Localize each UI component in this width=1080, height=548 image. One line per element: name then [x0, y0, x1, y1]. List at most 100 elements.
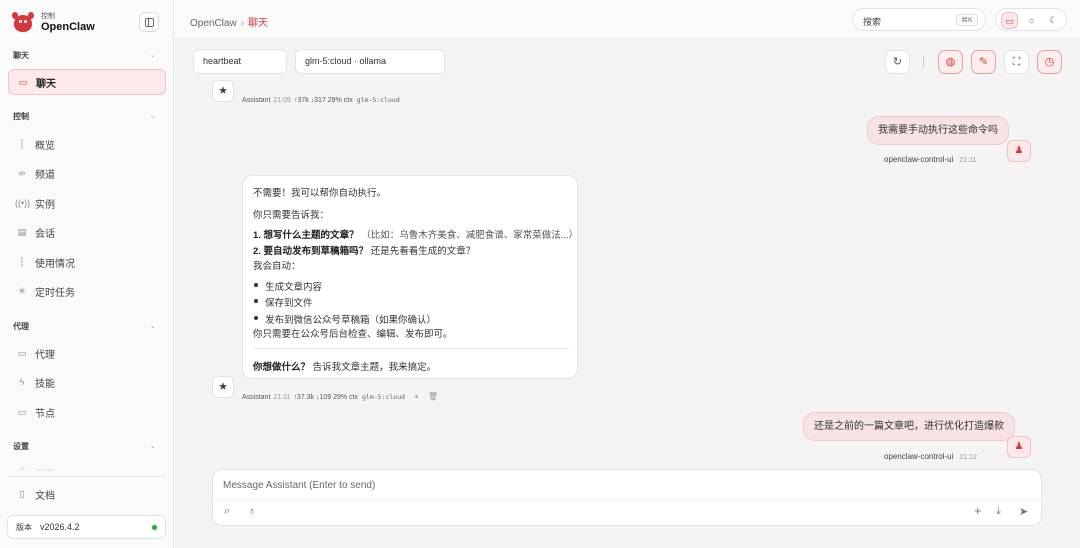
chevron-down-icon[interactable]: ⌄: [150, 442, 156, 450]
sidebar-item-label: 频道: [35, 169, 55, 181]
sidebar-item-label: 概览: [35, 140, 55, 152]
bar-chart-icon: ┆: [19, 138, 25, 149]
message-input[interactable]: Message Assistant (Enter to send): [223, 480, 375, 491]
sidebar-item-channels[interactable]: ∞ 频道: [8, 160, 166, 186]
message-bullet-item: 生成文章内容: [265, 282, 323, 293]
sidebar-item-label: 代理: [35, 349, 55, 361]
sidebar-item-cron[interactable]: ✳ 定时任务: [8, 278, 166, 304]
sidebar-item-label: 会话: [35, 228, 55, 240]
group-title-control[interactable]: 控制: [13, 111, 29, 122]
thinking-toggle-icon[interactable]: ◍: [938, 50, 963, 74]
bullet-icon: [254, 283, 258, 287]
toolbar-separator: [923, 56, 924, 68]
attach-icon[interactable]: ⌕: [224, 505, 230, 518]
sidebar-item-instances[interactable]: ((•)) 实例: [8, 190, 166, 216]
link-icon: ∞: [18, 168, 26, 178]
document-icon: ▤: [17, 226, 27, 237]
loader-icon: ✳: [18, 285, 26, 296]
plus-icon[interactable]: +: [974, 503, 982, 518]
focus-mode-icon[interactable]: ⛶: [1004, 50, 1029, 74]
sidebar-toggle-icon: [145, 18, 154, 27]
top-bar: OpenClaw › 聊天 搜索 ⌘K ▭ ☼ ☾: [174, 0, 1080, 39]
message-divider: [253, 348, 569, 349]
sidebar-item-label: 使用情况: [35, 258, 75, 270]
search-box[interactable]: 搜索 ⌘K: [852, 8, 986, 31]
sidebar: 控制 OpenClaw 聊天 ⌄ ▭ 聊天 控制 ⌄ ┆ 概览 ∞ 频道 ((•…: [0, 0, 174, 548]
message-text: 你只需要在公众号后台检查、编辑、发布即可。: [253, 329, 453, 340]
openclaw-logo-icon: [12, 12, 34, 34]
collapse-sidebar-button[interactable]: [139, 12, 159, 32]
message-text: 不需要！我可以帮你自动执行。: [253, 188, 387, 199]
assistant-avatar-star-icon: ★: [212, 80, 234, 102]
sidebar-divider: [8, 476, 166, 477]
message-meta: Assistant 21:09 ↑37k ↓317 29% ctx glm-5:clo…: [242, 96, 400, 104]
chevron-down-icon[interactable]: ⌄: [150, 112, 156, 120]
model-select[interactable]: glm-5:cloud · ollama: [295, 49, 445, 74]
assistant-avatar-star-icon: ★: [212, 376, 234, 398]
lightning-icon: ϟ: [19, 377, 25, 387]
sidebar-item-label: 聊天: [36, 78, 56, 90]
user-avatar-icon: ♟: [1007, 140, 1031, 162]
breadcrumb-separator: ›: [240, 18, 245, 29]
sidebar-item-agents[interactable]: ▭ 代理: [8, 340, 166, 366]
session-select[interactable]: heartbeat: [193, 49, 287, 74]
bar-chart-icon: ┆: [19, 256, 25, 267]
sun-theme-icon[interactable]: ☼: [1023, 12, 1040, 29]
version-badge: 版本 v2026.4.2: [7, 515, 166, 539]
user-message-bubble: 我需要手动执行这些命令吗: [867, 116, 1009, 145]
bullet-icon: [254, 316, 258, 320]
monitor-icon: ▭: [17, 406, 27, 417]
status-dot-icon: [151, 524, 158, 531]
folder-icon: ▭: [17, 347, 27, 358]
bullet-icon: [254, 299, 258, 303]
sidebar-item-label: 实例: [35, 199, 55, 211]
sidebar-item-label: 文档: [35, 490, 55, 502]
download-icon[interactable]: ⤓: [996, 505, 1001, 518]
sidebar-item-skills[interactable]: ϟ 技能: [8, 369, 166, 395]
book-icon: ▯: [19, 488, 25, 499]
refresh-icon[interactable]: ↻: [885, 50, 910, 74]
search-placeholder: 搜索: [863, 17, 882, 27]
breadcrumb: OpenClaw › 聊天: [190, 14, 268, 29]
message-bullet-item: 保存到文件: [265, 298, 313, 309]
monitor-theme-icon[interactable]: ▭: [1001, 12, 1018, 29]
group-title-settings[interactable]: 设置: [13, 441, 29, 452]
speaker-icon[interactable]: 🔈︎: [415, 392, 420, 401]
moon-theme-icon[interactable]: ☾: [1045, 12, 1062, 29]
sidebar-item-label: 节点: [35, 408, 55, 420]
message-bullet-item: 发布到微信公众号草稿箱（如果你确认）: [265, 315, 437, 326]
sidebar-scroll-fade: [0, 462, 173, 472]
version-label: 版本: [16, 522, 32, 532]
sidebar-item-label: 定时任务: [35, 287, 75, 299]
search-shortcut: ⌘K: [956, 14, 978, 26]
sidebar-item-nodes[interactable]: ▭ 节点: [8, 399, 166, 425]
version-value: v2026.4.2: [40, 522, 80, 532]
group-title-chat[interactable]: 聊天: [13, 50, 29, 61]
message-composer[interactable]: Message Assistant (Enter to send) ⌕ ♁ + …: [212, 469, 1042, 526]
chevron-down-icon[interactable]: ⌄: [150, 322, 156, 330]
clock-icon[interactable]: ◷: [1037, 50, 1062, 74]
chat-icon: ▭: [18, 76, 28, 87]
send-icon[interactable]: ➤: [1019, 505, 1028, 518]
breadcrumb-root[interactable]: OpenClaw: [190, 18, 237, 29]
sidebar-item-sessions[interactable]: ▤ 会话: [8, 219, 166, 245]
wrench-icon[interactable]: ✎: [971, 50, 996, 74]
user-message-meta: openclaw-control-ui 21:11: [884, 155, 977, 164]
trash-icon[interactable]: 🗑︎: [428, 392, 438, 401]
brand[interactable]: 控制 OpenClaw: [12, 10, 95, 36]
message-text: 你只需要告诉我：: [253, 210, 330, 221]
sidebar-item-docs[interactable]: ▯ 文档: [8, 481, 166, 507]
brand-subtitle: 控制: [41, 13, 55, 20]
message-meta: Assistant 21:11 ↑37.3k ↓109 29% ctx glm-5:c…: [242, 392, 438, 401]
group-title-agents[interactable]: 代理: [13, 321, 29, 332]
breadcrumb-current: 聊天: [248, 18, 269, 29]
message-list-item: 2. 要自动发布到草稿箱吗？ 还是先看看生成的文章？: [253, 246, 476, 257]
sidebar-item-chat[interactable]: ▭ 聊天: [8, 69, 166, 95]
message-text: 你想做什么？ 告诉我文章主题，我来搞定。: [253, 362, 437, 373]
sidebar-item-overview[interactable]: ┆ 概览: [8, 131, 166, 157]
sidebar-item-usage[interactable]: ┆ 使用情况: [8, 249, 166, 275]
user-avatar-icon: ♟: [1007, 436, 1031, 458]
chevron-down-icon[interactable]: ⌄: [150, 51, 156, 59]
microphone-icon[interactable]: ♁: [248, 505, 256, 517]
sidebar-item-label: 技能: [35, 378, 55, 390]
